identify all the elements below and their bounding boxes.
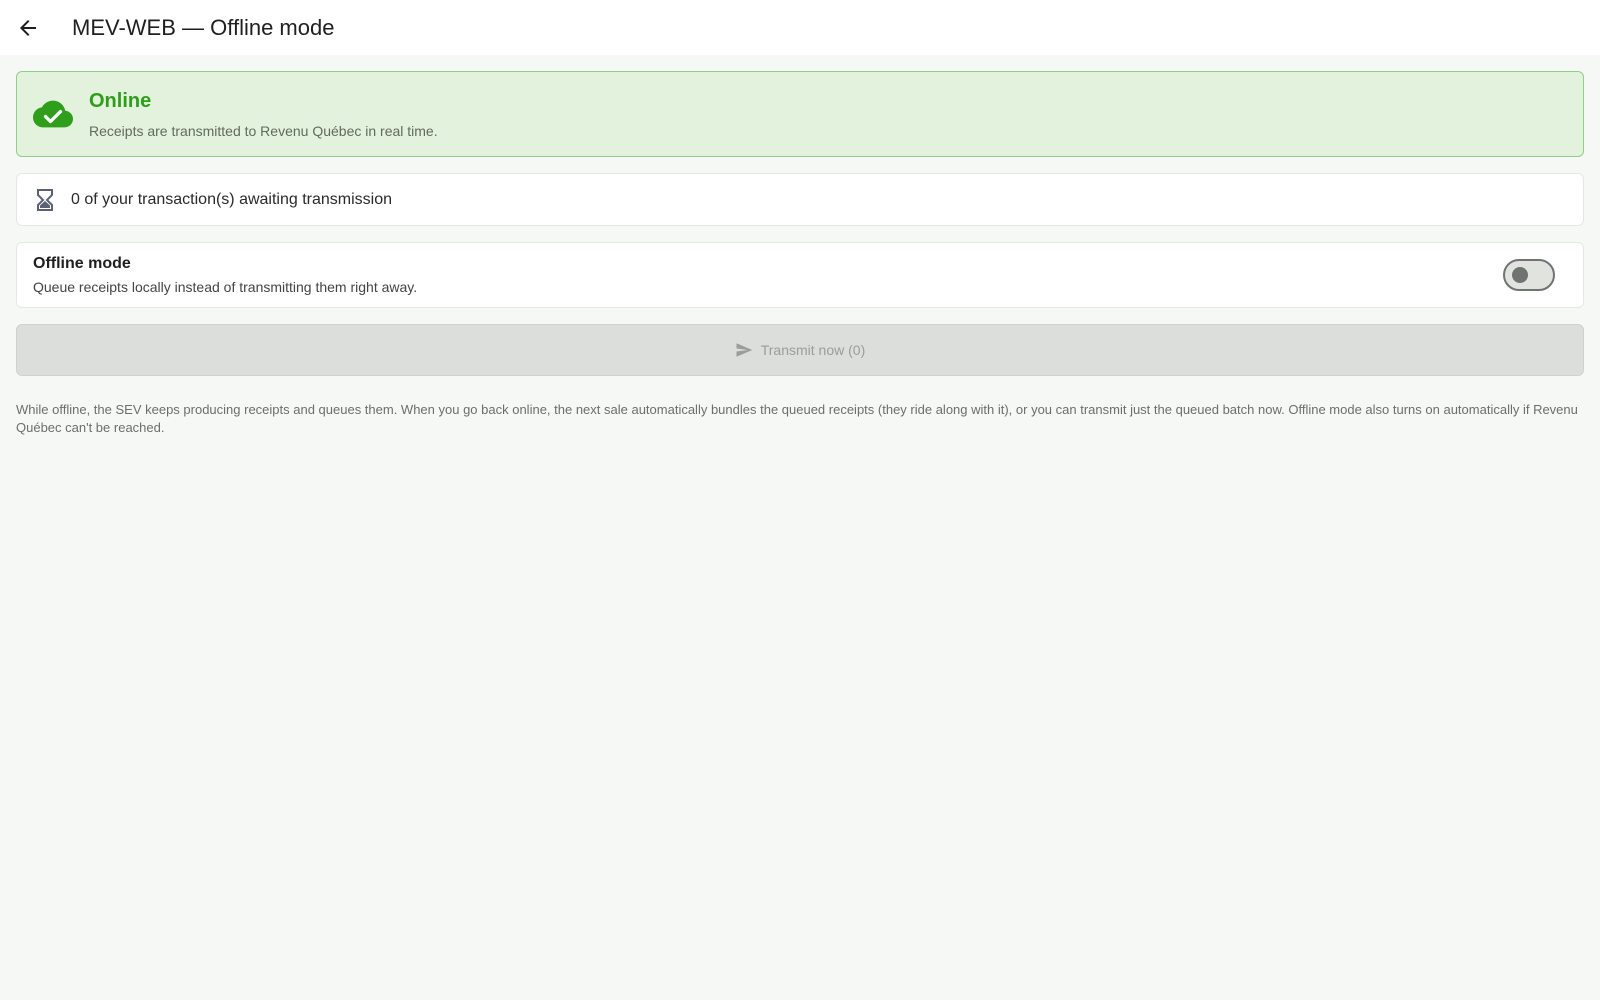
transmit-now-label: Transmit now (0) [760,342,866,358]
offline-mode-text: Offline mode Queue receipts locally inst… [33,255,417,295]
offline-mode-title: Offline mode [33,255,131,272]
offline-mode-card: Offline mode Queue receipts locally inst… [16,242,1584,308]
arrow-left-icon [20,19,36,36]
status-text: Online Receipts are transmitted to Reven… [89,90,438,139]
back-button[interactable] [16,16,40,40]
cloud-check-icon [33,100,73,128]
status-card: Online Receipts are transmitted to Reven… [16,71,1584,157]
offline-mode-description: Queue receipts locally instead of transm… [33,279,418,295]
status-description: Receipts are transmitted to Revenu Québe… [89,122,438,139]
app-bar: MEV-WEB — Offline mode [0,0,1600,55]
send-icon [736,343,752,357]
page-title: MEV-WEB — Offline mode [72,14,335,40]
hourglass-icon [37,188,53,211]
offline-mode-toggle[interactable] [1503,259,1555,291]
help-text: While offline, the SEV keeps producing r… [16,402,1578,435]
pending-transactions-card: 0 of your transaction(s) awaiting transm… [16,173,1584,226]
transmit-now-button[interactable]: Transmit now (0) [16,324,1584,376]
toggle-knob [1512,267,1528,283]
main-content: Online Receipts are transmitted to Reven… [0,55,1600,437]
pending-count-text: 0 of your transaction(s) awaiting transm… [71,190,393,208]
status-title: Online [89,89,152,112]
